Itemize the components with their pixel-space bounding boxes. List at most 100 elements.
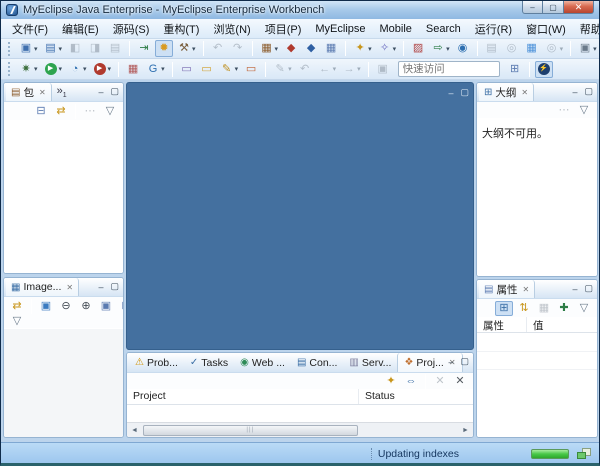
view-menu-button[interactable]: ▽ <box>575 301 593 316</box>
menu-item-refactor[interactable]: 重构(T) <box>156 19 206 39</box>
new-web-wizard-button[interactable]: ▤▾ <box>42 40 65 57</box>
dropdown-arrow-icon[interactable]: ▾ <box>368 45 372 53</box>
capture-button[interactable]: ▣▾ <box>576 40 599 57</box>
close-tab-icon[interactable]: ✕ <box>39 88 46 97</box>
debug-button[interactable]: ✷▾ <box>17 61 40 78</box>
scroll-right-icon[interactable]: ► <box>458 427 473 434</box>
new-wizard-button[interactable]: ▣▾ <box>17 40 40 57</box>
column-project[interactable]: Project <box>127 389 359 404</box>
new-class-button[interactable]: ✦▾ <box>351 40 374 57</box>
tips-button[interactable]: ✹ <box>155 40 173 57</box>
maximize-button[interactable]: ▢ <box>543 1 564 14</box>
switch-deployment-button[interactable]: ⇔ <box>402 374 420 389</box>
dropdown-arrow-icon[interactable]: ▾ <box>593 45 597 53</box>
dropdown-arrow-icon[interactable]: ▾ <box>357 65 361 73</box>
close-tab-icon[interactable]: ✕ <box>522 285 529 294</box>
toolbar-grip[interactable] <box>8 42 11 56</box>
web-browser-button[interactable]: ◉ <box>454 40 472 57</box>
new-jsp-button[interactable]: ▨ <box>409 40 427 57</box>
red-cube-button[interactable]: ◆ <box>282 40 300 57</box>
scroll-left-icon[interactable]: ◄ <box>127 427 142 434</box>
close-tab-icon[interactable]: ✕ <box>66 283 73 292</box>
tab-outline[interactable]: ⊞ 大纲 ✕ <box>479 83 534 101</box>
blue-cube-button[interactable]: ◆ <box>302 40 320 57</box>
report-button[interactable]: ▦ <box>523 40 541 57</box>
maximize-view-button[interactable]: ▢ <box>110 86 119 97</box>
minimize-view-button[interactable]: – <box>98 282 103 292</box>
menu-item-navigate[interactable]: 浏览(N) <box>206 19 257 39</box>
menu-item-file[interactable]: 文件(F) <box>5 19 55 39</box>
column-value[interactable]: 值 <box>527 317 550 332</box>
open-resource-button[interactable]: ▭ <box>198 61 216 78</box>
menu-item-source[interactable]: 源码(S) <box>106 19 157 39</box>
maximize-editor-button[interactable]: ▢ <box>460 87 469 98</box>
horizontal-scrollbar[interactable]: ◄ ||| ► <box>127 422 473 437</box>
tab-console[interactable]: ▤Con... <box>291 353 343 372</box>
fit-window-button[interactable]: ⊡ <box>117 299 124 314</box>
collapse-all-button[interactable]: ⊟ <box>32 104 50 119</box>
dropdown-arrow-icon[interactable]: ▾ <box>393 45 397 53</box>
dropdown-arrow-icon[interactable]: ▾ <box>333 65 337 73</box>
build-button[interactable]: ⚒▾ <box>175 40 198 57</box>
menu-item-window[interactable]: 窗口(W) <box>519 19 573 39</box>
link-with-editor-button[interactable]: ⇄ <box>8 299 26 314</box>
dropdown-arrow-icon[interactable]: ▾ <box>560 45 564 53</box>
grails-button[interactable]: G▾ <box>144 61 167 78</box>
hidden-views-chevron[interactable]: »1 <box>57 85 67 99</box>
dropdown-arrow-icon[interactable]: ▾ <box>275 45 279 53</box>
myeclipse-perspective-button[interactable]: ⚡ <box>535 61 553 78</box>
menu-item-project[interactable]: 项目(P) <box>258 19 309 39</box>
toolbar-grip[interactable] <box>8 62 11 76</box>
column-status[interactable]: Status <box>359 389 401 404</box>
deploy-button[interactable]: ⇨▾ <box>429 40 452 57</box>
new-package-button[interactable]: ▦▾ <box>258 40 281 57</box>
view-menu-button[interactable]: ▽ <box>8 313 26 330</box>
run-button[interactable]: ▶▾ <box>42 61 65 78</box>
dropdown-arrow-icon[interactable]: ▾ <box>288 65 292 73</box>
new-web-project-button[interactable]: ▦ <box>124 61 142 78</box>
open-folder-button[interactable]: ▭ <box>178 61 196 78</box>
column-property[interactable]: 属性 <box>477 317 527 332</box>
link-button[interactable]: ✦ <box>382 374 400 389</box>
export-war-button[interactable]: ⇥ <box>135 40 153 57</box>
minimize-view-button[interactable]: – <box>448 357 453 367</box>
menu-item-search[interactable]: Search <box>419 21 468 37</box>
dropdown-arrow-icon[interactable]: ▾ <box>192 45 196 53</box>
coverage-button[interactable]: ▶▾ <box>91 61 114 78</box>
actual-size-button[interactable]: ▣ <box>97 299 115 314</box>
dropdown-arrow-icon[interactable]: ▾ <box>34 65 38 73</box>
maximize-view-button[interactable]: ▢ <box>584 86 593 97</box>
tab-properties[interactable]: ▤ 属性 ✕ <box>479 280 535 298</box>
view-menu-button[interactable]: ▽ <box>575 103 593 118</box>
zoom-in-button[interactable]: ⊕ <box>77 299 95 314</box>
dropdown-arrow-icon[interactable]: ▾ <box>161 65 165 73</box>
close-button[interactable]: ✕ <box>564 1 594 14</box>
maximize-view-button[interactable]: ▢ <box>460 356 469 367</box>
profile-button[interactable]: ◔▾ <box>66 61 89 78</box>
dropdown-arrow-icon[interactable]: ▾ <box>235 65 239 73</box>
scrollbar-thumb[interactable]: ||| <box>143 425 358 436</box>
dropdown-arrow-icon[interactable]: ▾ <box>34 45 38 53</box>
menu-item-edit[interactable]: 编辑(E) <box>55 19 106 39</box>
link-with-editor-button[interactable]: ⇄ <box>52 104 70 119</box>
quick-access-input[interactable] <box>398 61 500 77</box>
minimize-view-button[interactable]: – <box>572 87 577 97</box>
new-interface-button[interactable]: ✧▾ <box>376 40 399 57</box>
tab-tasks[interactable]: ✓Tasks <box>184 353 234 372</box>
tree-mode-button[interactable]: ⊞ <box>495 301 513 316</box>
pin-button[interactable]: ✚ <box>555 301 573 316</box>
minimize-button[interactable]: – <box>522 1 543 14</box>
tab-web-browser[interactable]: ◉Web ... <box>234 353 291 372</box>
minimize-view-button[interactable]: – <box>98 87 103 97</box>
dropdown-arrow-icon[interactable]: ▾ <box>59 45 63 53</box>
maximize-view-button[interactable]: ▢ <box>110 281 119 292</box>
menu-item-mobile[interactable]: Mobile <box>373 21 419 37</box>
minimize-editor-button[interactable]: – <box>448 88 453 98</box>
tab-servers[interactable]: ▥Serv... <box>343 353 397 372</box>
tab-package-explorer[interactable]: ▤ 包 ✕ <box>6 83 52 101</box>
menu-item-help[interactable]: 帮助(H) <box>573 19 600 39</box>
mark-occurrences-button[interactable]: ✎▾ <box>218 61 241 78</box>
open-perspective-button[interactable]: ⊞ <box>506 61 524 78</box>
sort-button[interactable]: ⇅ <box>515 301 533 316</box>
menu-item-myeclipse[interactable]: MyEclipse <box>308 21 372 37</box>
